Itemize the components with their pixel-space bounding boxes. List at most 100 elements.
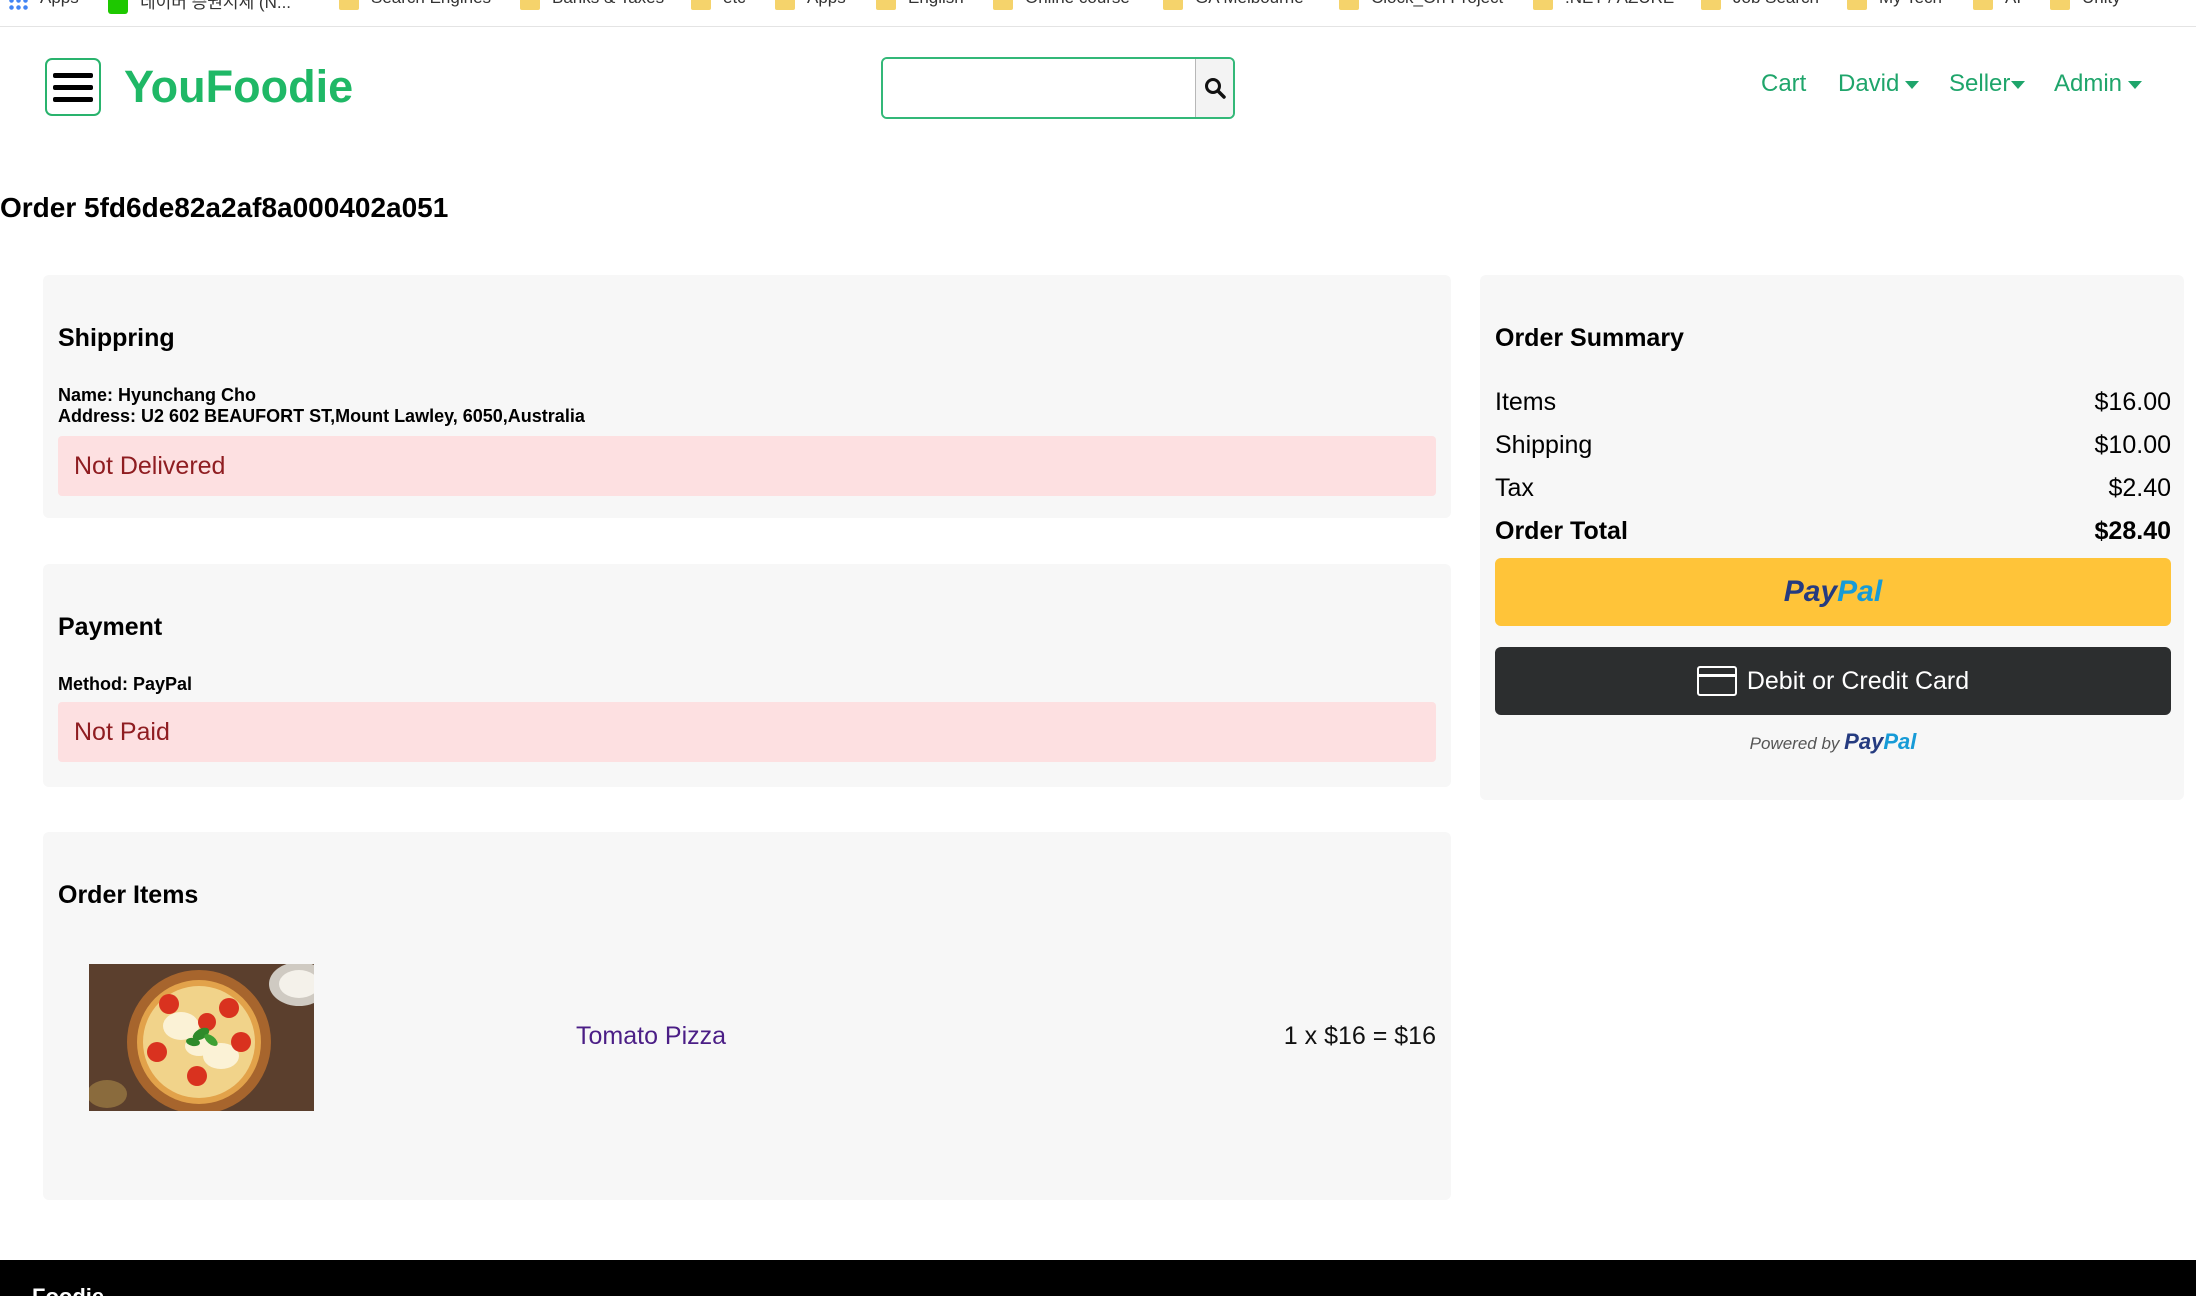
card-button-label: Debit or Credit Card xyxy=(1746,666,1970,695)
summary-label: Items xyxy=(1495,388,1557,416)
bookmark-label: etc xyxy=(723,0,746,8)
bookmark-label: English xyxy=(908,0,964,8)
seller-label: Seller xyxy=(1949,70,2011,97)
bookmark-label: .NET / AZURE xyxy=(1565,0,1674,8)
folder-icon xyxy=(1163,0,1183,10)
folder-icon xyxy=(1847,0,1867,10)
folder-icon xyxy=(775,0,795,10)
search-form xyxy=(881,57,1235,119)
folder-icon xyxy=(1533,0,1553,10)
delivery-status-alert: Not Delivered xyxy=(58,436,1436,496)
bookmark-label: My Tech xyxy=(1879,0,1942,8)
name-value: Hyunchang Cho xyxy=(118,385,257,405)
paypal-logo-part: Pay xyxy=(1844,729,1884,754)
hamburger-icon-bar xyxy=(53,72,93,78)
folder-icon xyxy=(691,0,711,10)
bookmark-label: 네이버 증권시세 (N... xyxy=(140,0,292,12)
order-summary-card: Order Summary Items $16.00 Shipping $10.… xyxy=(1480,275,2184,800)
address-label: Address: xyxy=(58,406,137,426)
summary-value: $28.40 xyxy=(2094,517,2171,545)
bookmark-unity[interactable]: Unity xyxy=(2050,0,2121,10)
order-items-heading: Order Items xyxy=(58,881,199,909)
footer-text: Foodie xyxy=(32,1284,104,1296)
bookmark-apps-folder[interactable]: Apps xyxy=(775,0,846,10)
bookmark-label: Clock_On Project xyxy=(1371,0,1503,8)
search-icon xyxy=(1204,78,1226,99)
summary-row-tax: Tax $2.40 xyxy=(1495,474,2171,503)
order-item-price: 1 x $16 = $16 xyxy=(1283,1022,1436,1050)
name-label: Name: xyxy=(58,385,114,405)
folder-icon xyxy=(2050,0,2070,10)
summary-label: Tax xyxy=(1495,474,1534,502)
page-title: Order 5fd6de82a2af8a000402a051 xyxy=(0,192,449,223)
bookmark-search-engines[interactable]: Search Engines xyxy=(339,0,491,10)
apps-grid-icon xyxy=(8,0,28,10)
folder-icon xyxy=(1339,0,1359,10)
order-items-card: Order Items Tomato Pizza 1 x $16 = $16 xyxy=(43,832,1451,1200)
bookmark-label: Banks & Taxes xyxy=(552,0,664,8)
bookmark-ai[interactable]: AI xyxy=(1973,0,2021,10)
caret-down-icon xyxy=(2011,81,2026,89)
naver-icon xyxy=(108,0,128,14)
debit-credit-card-button[interactable]: Debit or Credit Card xyxy=(1495,647,2171,715)
payment-card: Payment Method: PayPal Not Paid xyxy=(43,564,1451,787)
bookmark-apps[interactable]: Apps xyxy=(8,0,79,10)
summary-value: $2.40 xyxy=(2108,474,2171,502)
product-image-tomato-pizza xyxy=(89,964,314,1111)
brand-logo-link[interactable]: YouFoodie xyxy=(124,58,353,116)
bookmark-online-course[interactable]: Online course xyxy=(993,0,1130,10)
bookmark-english[interactable]: English xyxy=(876,0,964,10)
bookmark-etc[interactable]: etc xyxy=(691,0,746,10)
shipping-heading: Shippring xyxy=(58,324,175,352)
powered-by-paypal: Powered by PayPal xyxy=(1495,729,2171,755)
paypal-button[interactable]: Pay Pal xyxy=(1495,558,2171,626)
user-label: David xyxy=(1838,70,1900,97)
menu-button[interactable] xyxy=(45,58,101,116)
bookmark-label: Apps xyxy=(40,0,79,8)
user-menu[interactable]: David xyxy=(1838,70,1920,98)
bookmark-job-search[interactable]: Job Search xyxy=(1701,0,1819,10)
bookmark-label: Apps xyxy=(807,0,846,8)
hamburger-icon-bar xyxy=(53,96,93,102)
folder-icon xyxy=(993,0,1013,10)
cart-link[interactable]: Cart xyxy=(1761,70,1806,98)
shipping-name: Name: Hyunchang Cho xyxy=(58,385,256,406)
payment-status-alert: Not Paid xyxy=(58,702,1436,762)
summary-label: Shipping xyxy=(1495,431,1593,459)
method-value: PayPal xyxy=(133,674,193,694)
admin-menu[interactable]: Admin xyxy=(2054,70,2143,98)
bookmark-naver[interactable]: 네이버 증권시세 (N... xyxy=(108,0,292,14)
hamburger-icon-bar xyxy=(53,84,93,90)
bookmarks-bar: Apps 네이버 증권시세 (N... Search Engines Banks… xyxy=(0,0,2196,27)
paypal-logo-part: Pay xyxy=(1783,575,1838,608)
bookmark-clock-on-project[interactable]: Clock_On Project xyxy=(1339,0,1503,10)
summary-label: Order Total xyxy=(1495,517,1628,545)
summary-row-items: Items $16.00 xyxy=(1495,388,2171,417)
bookmark-ga-melbourne[interactable]: GA Melbourne xyxy=(1163,0,1304,10)
shipping-address: Address: U2 602 BEAUFORT ST,Mount Lawley… xyxy=(58,406,585,427)
bookmark-label: GA Melbourne xyxy=(1195,0,1304,8)
summary-value: $16.00 xyxy=(2094,388,2171,416)
paypal-logo-part: Pal xyxy=(1883,729,1917,754)
folder-icon xyxy=(876,0,896,10)
bookmark-label: Unity xyxy=(2082,0,2121,8)
seller-menu[interactable]: Seller xyxy=(1949,70,2026,98)
paypal-logo-part: Pal xyxy=(1837,575,1883,608)
folder-icon xyxy=(1701,0,1721,10)
footer: Foodie xyxy=(0,1260,2196,1296)
search-button[interactable] xyxy=(1195,59,1233,117)
payment-method: Method: PayPal xyxy=(58,674,192,695)
summary-value: $10.00 xyxy=(2094,431,2171,459)
bookmark-net-azure[interactable]: .NET / AZURE xyxy=(1533,0,1674,10)
powered-by-label: Powered by xyxy=(1749,734,1840,753)
order-item-name-link[interactable]: Tomato Pizza xyxy=(576,1022,726,1051)
folder-icon xyxy=(520,0,540,10)
search-input[interactable] xyxy=(883,59,1195,117)
bookmark-my-tech[interactable]: My Tech xyxy=(1847,0,1942,10)
folder-icon xyxy=(1973,0,1993,10)
bookmark-label: Job Search xyxy=(1733,0,1819,8)
admin-label: Admin xyxy=(2054,70,2123,97)
pizza-image xyxy=(89,964,314,1111)
payment-heading: Payment xyxy=(58,613,163,641)
bookmark-banks-taxes[interactable]: Banks & Taxes xyxy=(520,0,664,10)
